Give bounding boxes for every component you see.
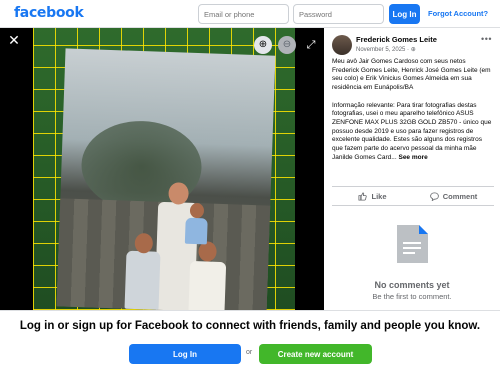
- like-button[interactable]: Like: [332, 187, 413, 205]
- avatar[interactable]: [332, 35, 352, 55]
- close-icon[interactable]: ✕: [6, 32, 22, 48]
- caption-paragraph: Meu avô Jair Gomes Cardoso com seus neto…: [332, 58, 491, 92]
- like-label: Like: [371, 191, 387, 201]
- comment-icon: [429, 191, 439, 201]
- document-icon: [397, 225, 428, 263]
- thumbs-up-icon: [358, 191, 368, 201]
- author-name[interactable]: Frederick Gomes Leite: [356, 35, 437, 44]
- email-field[interactable]: [198, 4, 289, 24]
- comment-button[interactable]: Comment: [413, 187, 494, 205]
- photo-head: [168, 182, 189, 205]
- caption-paragraph: Informação relevante: Para tirar fotogra…: [332, 102, 494, 163]
- expand-icon[interactable]: ⤢: [302, 36, 320, 54]
- post-actions: Like Comment: [332, 186, 494, 206]
- password-field[interactable]: [293, 4, 384, 24]
- photo-person-baby: [184, 217, 208, 245]
- caption-text: Informação relevante: Para tirar fotogra…: [332, 101, 492, 161]
- signup-banner: Log in or sign up for Facebook to connec…: [0, 310, 500, 375]
- photo-viewer: ✕ ⊕ ⊖ ⤢: [0, 28, 324, 310]
- banner-login-button[interactable]: Log In: [129, 344, 241, 364]
- zoom-in-icon[interactable]: ⊕: [254, 36, 272, 54]
- login-button[interactable]: Log In: [389, 4, 420, 24]
- banner-title: Log in or sign up for Facebook to connec…: [19, 320, 481, 332]
- create-account-button[interactable]: Create new account: [259, 344, 372, 364]
- photo-person-child-right: [188, 260, 227, 310]
- photo-print: [56, 48, 276, 310]
- forgot-account-link[interactable]: Forgot Account?: [428, 9, 488, 18]
- top-bar: facebook Log In Forgot Account?: [0, 0, 500, 28]
- post-meta: November 5, 2025 · ⊕: [356, 46, 416, 53]
- photo-person-child-left: [124, 250, 161, 310]
- or-label: or: [246, 349, 253, 356]
- see-more-link[interactable]: See more: [398, 154, 427, 161]
- no-comments-heading: No comments yet: [374, 280, 450, 290]
- globe-icon: · ⊕: [407, 47, 416, 53]
- post-caption: Meu avô Jair Gomes Cardoso com seus neto…: [332, 58, 494, 171]
- post-date[interactable]: November 5, 2025: [356, 47, 405, 53]
- zoom-out-icon[interactable]: ⊖: [278, 36, 296, 54]
- more-options-icon[interactable]: •••: [481, 34, 492, 44]
- be-first-text: Be the first to comment.: [372, 292, 452, 301]
- post-panel: Frederick Gomes Leite November 5, 2025 ·…: [324, 28, 500, 310]
- comment-label: Comment: [442, 191, 478, 201]
- facebook-logo[interactable]: facebook: [14, 5, 84, 21]
- post-photo: [33, 28, 295, 310]
